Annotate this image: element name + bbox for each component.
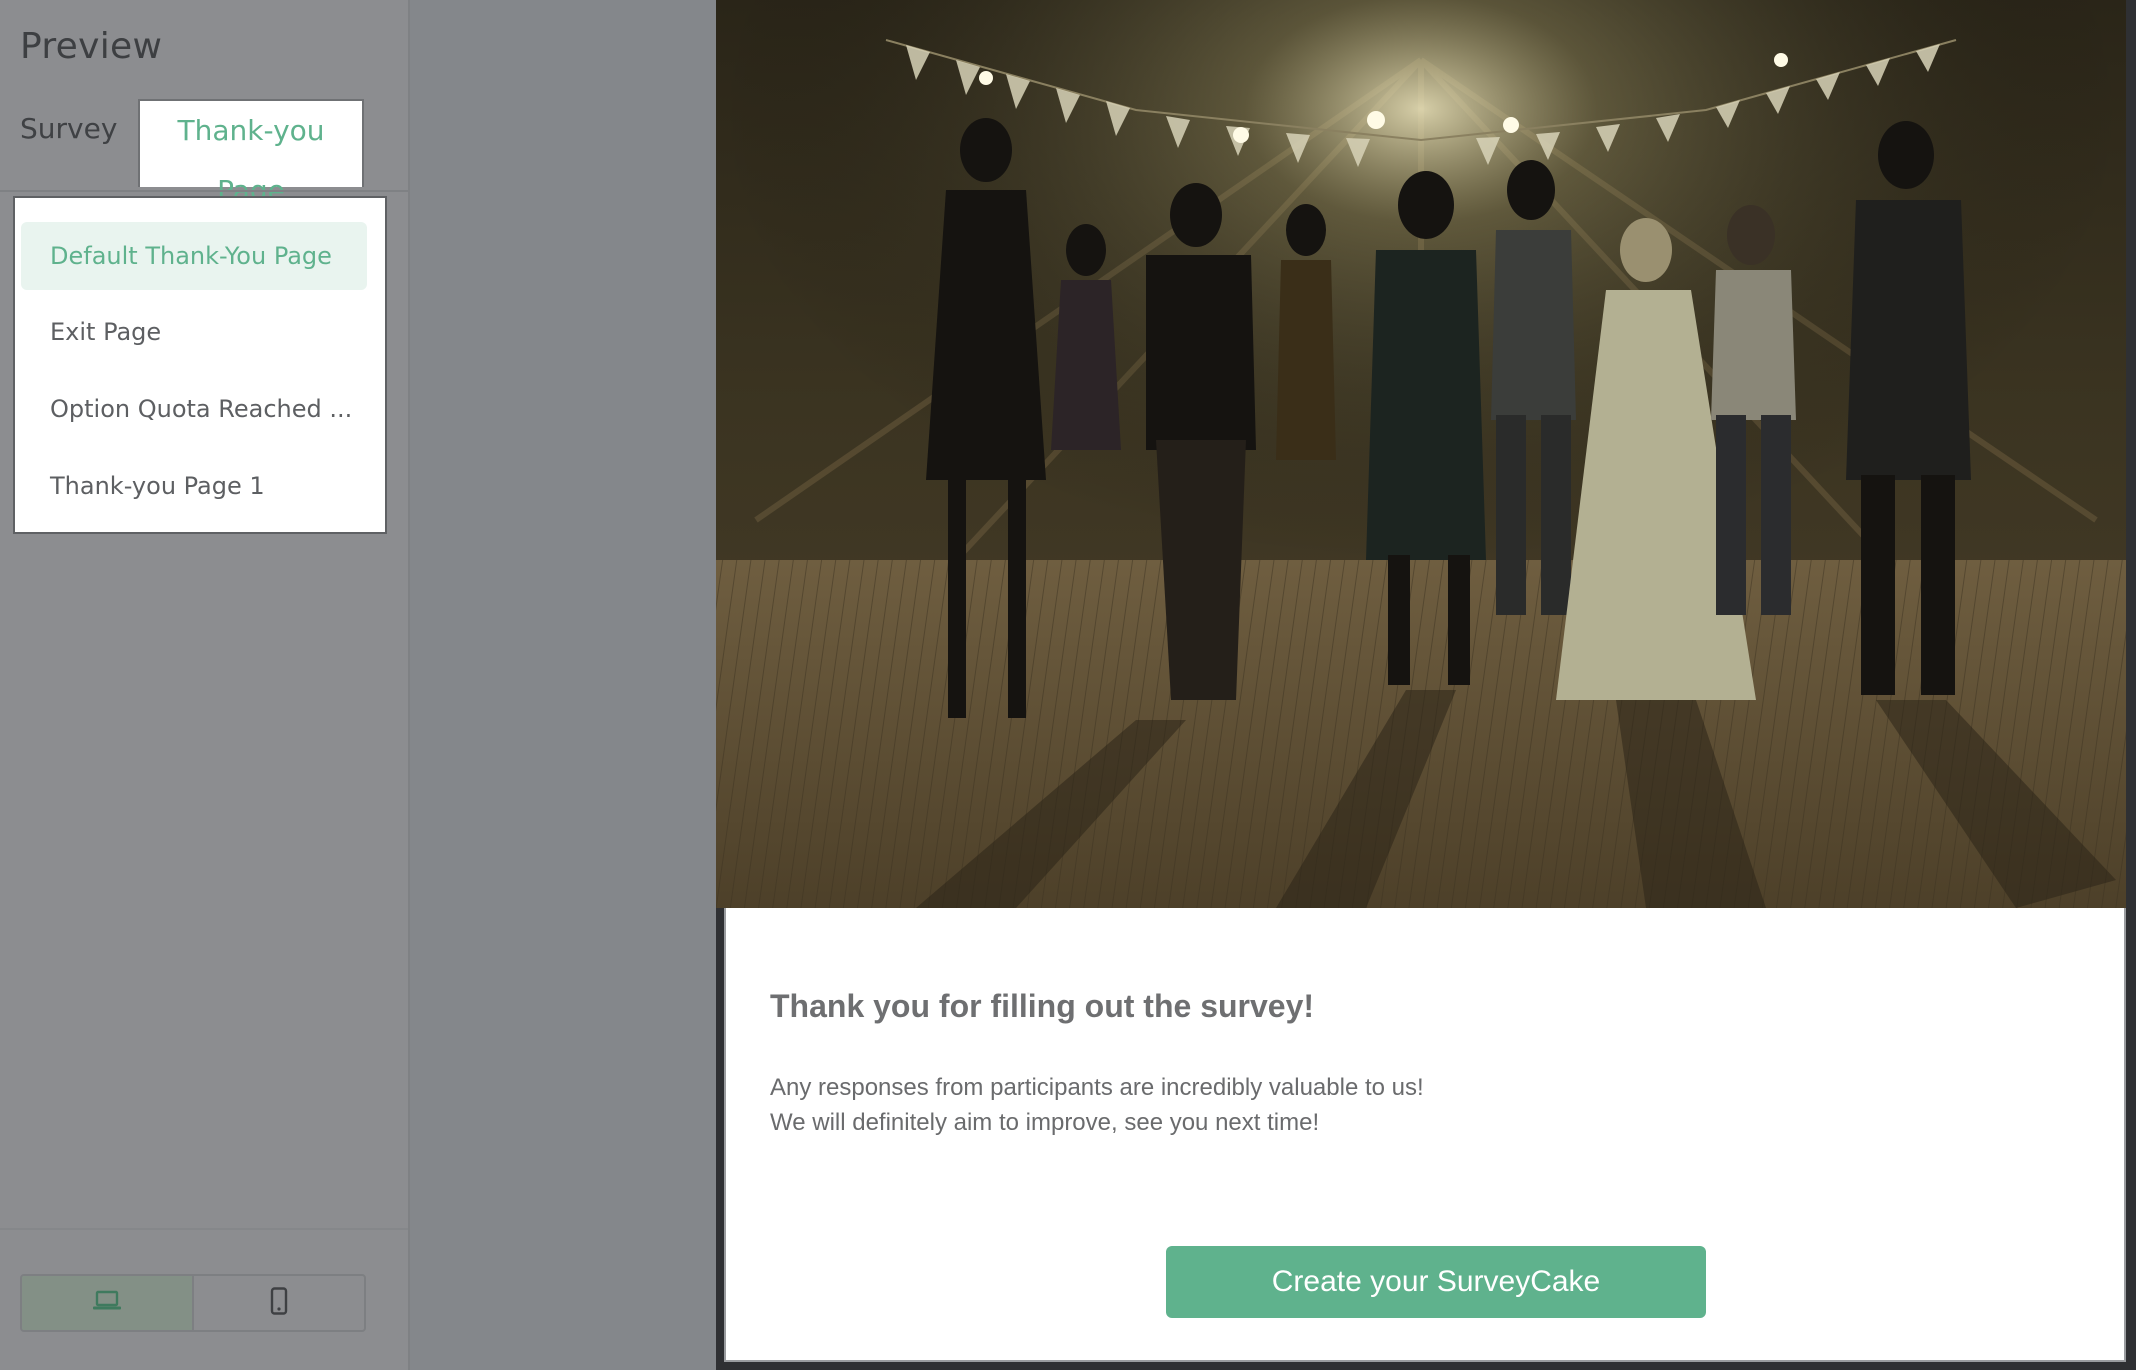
dropdown-item-thank-you-page-1[interactable]: Thank-you Page 1 — [21, 452, 367, 520]
thank-you-message-line-2: We will definitely aim to improve, see y… — [770, 1109, 1320, 1136]
device-toggle — [20, 1274, 366, 1332]
thank-you-message: Any responses from participants are incr… — [770, 1070, 1670, 1140]
sidebar-bottom-divider — [0, 1228, 408, 1230]
thank-you-page-dropdown: Default Thank-You Page Exit Page Option … — [13, 196, 387, 534]
tab-survey[interactable]: Survey — [20, 112, 117, 145]
thank-you-title: Thank you for filling out the survey! — [770, 988, 1315, 1024]
create-surveycake-button[interactable]: Create your SurveyCake — [1166, 1246, 1706, 1318]
preview-sidebar: Preview Survey Thank-you Page Default Th… — [0, 0, 410, 1370]
desktop-view-button[interactable] — [22, 1276, 192, 1330]
tabs-divider — [0, 190, 408, 192]
thank-you-message-line-1: Any responses from participants are incr… — [770, 1074, 1424, 1101]
tab-thank-you-page[interactable]: Thank-you Page — [138, 99, 364, 207]
dropdown-item-default-thank-you-page[interactable]: Default Thank-You Page — [21, 222, 367, 290]
dropdown-item-exit-page[interactable]: Exit Page — [21, 298, 367, 366]
mobile-view-button[interactable] — [192, 1276, 364, 1330]
mobile-phone-icon — [270, 1286, 288, 1320]
dropdown-item-option-quota-reached[interactable]: Option Quota Reached ... — [21, 375, 367, 443]
laptop-icon — [92, 1290, 122, 1317]
backdrop-overlay — [410, 0, 716, 1370]
hero-image — [716, 0, 2126, 908]
sidebar-title: Preview — [20, 26, 163, 67]
